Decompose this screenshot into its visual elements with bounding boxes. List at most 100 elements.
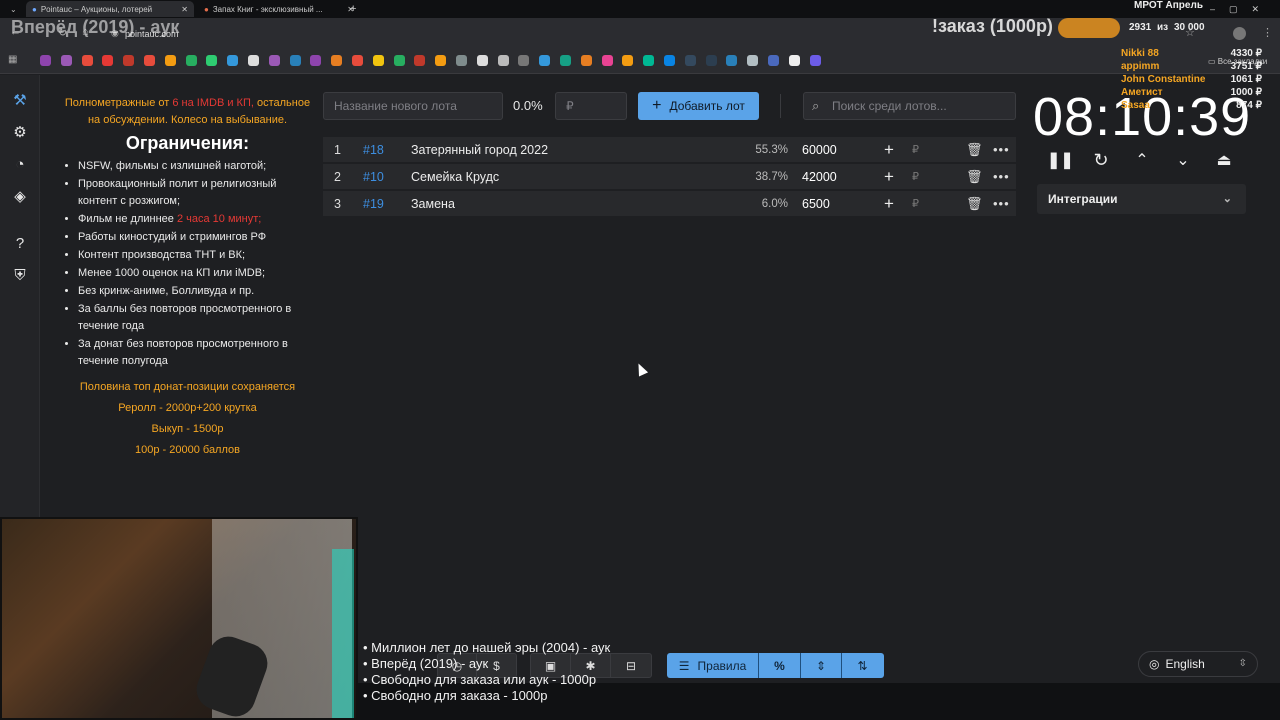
- new-tab-icon[interactable]: +: [344, 1, 360, 17]
- bookmark-favicon-icon[interactable]: [206, 55, 218, 66]
- add-amount-icon[interactable]: +: [884, 140, 894, 160]
- lot-name[interactable]: Семейка Крудс: [411, 170, 499, 184]
- chevron-up-icon[interactable]: ⌃: [1130, 150, 1154, 174]
- bookmark-favicon-icon[interactable]: [185, 55, 197, 66]
- delete-lot-icon[interactable]: 🗑: [966, 169, 983, 185]
- layers-icon[interactable]: ◈: [10, 186, 30, 206]
- bookmark-favicon-icon[interactable]: [664, 55, 675, 66]
- bookmark-favicon-icon[interactable]: [60, 55, 72, 66]
- bookmark-favicon-icon[interactable]: [352, 55, 363, 66]
- lot-row[interactable]: 1 #18 Затерянный город 2022 55.3% 60000 ₽ + 🗑 ••…: [323, 137, 1016, 162]
- close-icon[interactable]: ✕: [181, 5, 188, 14]
- bookmark-favicon-icon[interactable]: [705, 55, 717, 66]
- add-amount-icon[interactable]: +: [884, 194, 894, 214]
- bookmark-favicon-icon[interactable]: [497, 55, 509, 66]
- bookmark-favicon-icon[interactable]: [414, 55, 426, 66]
- search-input[interactable]: ⌕ Поиск среди лотов...: [803, 92, 1016, 120]
- lot-id-link[interactable]: #10: [363, 170, 384, 184]
- browser-tab-zapah-knig[interactable]: ● Запах Книг - эксклюзивный ... ✕: [198, 1, 360, 17]
- donor-name: Аметист: [1121, 87, 1163, 98]
- bookmark-favicon-icon[interactable]: [518, 55, 530, 66]
- restriction-text: Контент производства ТНТ и ВК;: [78, 249, 246, 261]
- bookmark-favicon-icon[interactable]: [289, 55, 301, 66]
- percent-toggle-icon[interactable]: %: [759, 653, 801, 678]
- bookmark-favicon-icon[interactable]: [81, 55, 93, 66]
- clear-list-icon[interactable]: ⊟: [611, 653, 651, 678]
- bookmark-favicon-icon[interactable]: [435, 55, 447, 66]
- bookmark-favicon-icon[interactable]: [643, 55, 655, 66]
- bookmark-favicon-icon[interactable]: [372, 55, 384, 66]
- settings-gear-icon[interactable]: ⚙: [10, 122, 30, 142]
- lot-name[interactable]: Замена: [411, 197, 455, 211]
- ticker-line: • Миллион лет до нашей эры (2004) - аук: [363, 640, 611, 655]
- wheel-chart-icon[interactable]: ◔: [10, 154, 30, 174]
- bookmark-favicon-icon[interactable]: [580, 55, 592, 66]
- help-icon[interactable]: ?: [10, 233, 30, 253]
- bookmark-favicon-icon[interactable]: [268, 55, 280, 66]
- more-options-icon[interactable]: •••: [993, 142, 1010, 157]
- lot-currency: ₽: [912, 171, 919, 183]
- delete-lot-icon[interactable]: 🗑: [966, 196, 983, 212]
- chevron-down-icon[interactable]: ⌄: [1171, 150, 1195, 174]
- bookmark-favicon-icon[interactable]: [456, 55, 467, 66]
- delete-lot-icon[interactable]: 🗑: [966, 142, 983, 158]
- add-amount-icon[interactable]: +: [884, 167, 894, 187]
- bookmark-favicon-icon[interactable]: [164, 55, 176, 66]
- bookmark-favicon-icon[interactable]: [622, 55, 634, 66]
- bookmark-favicon-icon[interactable]: [123, 55, 135, 66]
- ticker-line: • Вперёд (2019) - аук: [363, 656, 489, 671]
- integrations-accordion[interactable]: Интеграции ⌄: [1037, 184, 1246, 214]
- bookmark-favicon-icon[interactable]: [248, 55, 259, 66]
- restriction-item: Без кринж-аниме, Болливуда и пр.: [78, 283, 315, 300]
- more-options-icon[interactable]: •••: [993, 169, 1010, 184]
- bookmark-favicon-icon[interactable]: [331, 55, 343, 66]
- lot-amount[interactable]: 6500: [802, 197, 830, 211]
- lot-id-link[interactable]: #19: [363, 197, 384, 211]
- bookmark-favicon-icon[interactable]: [102, 55, 114, 66]
- lot-name[interactable]: Затерянный город 2022: [411, 143, 548, 157]
- bookmark-favicon-icon[interactable]: [144, 55, 155, 66]
- bookmark-favicon-icon[interactable]: [747, 55, 759, 66]
- lot-amount-input[interactable]: ₽: [555, 92, 627, 120]
- apps-grid-icon[interactable]: ▦: [8, 54, 17, 65]
- bookmark-favicon-icon[interactable]: [788, 55, 800, 66]
- lot-amount[interactable]: 60000: [802, 143, 837, 157]
- bookmark-favicon-icon[interactable]: [768, 55, 779, 66]
- bookmark-favicon-icon[interactable]: [684, 55, 696, 66]
- bookmark-favicon-icon[interactable]: [227, 55, 239, 66]
- profile-avatar[interactable]: [1233, 27, 1246, 40]
- add-lot-button[interactable]: + Добавить лот: [638, 92, 759, 120]
- lot-id-link[interactable]: #18: [363, 143, 384, 157]
- bookmark-favicon-icon[interactable]: [476, 55, 488, 66]
- language-select[interactable]: ◎ English ⇳: [1138, 651, 1258, 677]
- search-icon: ⌕: [812, 98, 820, 113]
- browser-tab-bar: ⌄ ● Pointauc – Аукционы, лотерей ✕ ● Зап…: [0, 0, 1280, 18]
- lot-amount[interactable]: 42000: [802, 170, 837, 184]
- bookmark-favicon-icon[interactable]: [393, 55, 405, 66]
- bookmark-favicon-icon[interactable]: [40, 55, 51, 66]
- compress-icon[interactable]: ⇕: [801, 653, 842, 678]
- bookmark-favicon-icon[interactable]: [310, 55, 322, 66]
- bookmark-favicon-icon[interactable]: [726, 55, 738, 66]
- auction-hammer-icon[interactable]: ⚒: [10, 90, 30, 110]
- lot-row[interactable]: 3 #19 Замена 6.0% 6500 ₽ + 🗑 •••: [323, 191, 1016, 216]
- bookmark-favicon-icon[interactable]: [809, 55, 821, 66]
- browser-tab-pointauc[interactable]: ● Pointauc – Аукционы, лотерей ✕: [26, 1, 194, 17]
- reset-timer-icon[interactable]: ↻: [1089, 150, 1113, 174]
- lot-name-input[interactable]: Название нового лота: [323, 92, 503, 120]
- rules-button[interactable]: ☰ Правила: [667, 653, 759, 678]
- restriction-text: Провокационный полит и религиозный конте…: [78, 178, 277, 207]
- bookmark-favicon-icon[interactable]: [539, 55, 551, 66]
- lot-position: 1: [334, 142, 341, 157]
- window-controls[interactable]: –▢✕: [1204, 1, 1274, 17]
- more-options-icon[interactable]: •••: [993, 196, 1010, 211]
- lot-row[interactable]: 2 #10 Семейка Крудс 38.7% 42000 ₽ + 🗑 •••: [323, 164, 1016, 189]
- sort-icon[interactable]: ⇅: [842, 653, 883, 678]
- shield-icon[interactable]: ⛨: [10, 265, 30, 285]
- menu-icon[interactable]: ⋮: [1262, 26, 1273, 39]
- collapse-up-icon[interactable]: ⏏: [1212, 150, 1236, 174]
- bookmark-favicon-icon[interactable]: [601, 55, 613, 66]
- pause-icon[interactable]: ❚❚: [1047, 150, 1074, 174]
- tab-search-icon[interactable]: ⌄: [4, 1, 20, 17]
- bookmark-favicon-icon[interactable]: [560, 55, 571, 66]
